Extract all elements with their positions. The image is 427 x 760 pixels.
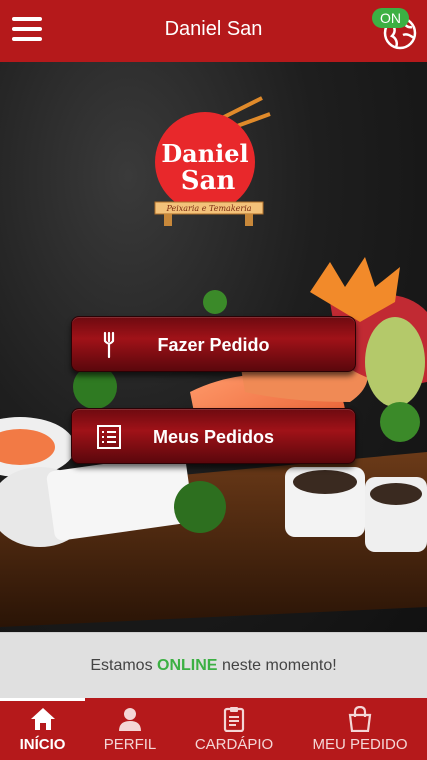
home-icon bbox=[30, 708, 55, 730]
online-status-badge: ON bbox=[372, 8, 409, 28]
nav-label-meu-pedido: MEU PEDIDO bbox=[312, 736, 408, 753]
nav-item-perfil[interactable]: PERFIL bbox=[90, 698, 170, 760]
online-status-bar: Estamos ONLINE neste momento! bbox=[0, 632, 427, 698]
user-icon bbox=[119, 708, 141, 731]
status-suffix: neste momento! bbox=[221, 657, 337, 674]
nav-label-inicio: INÍCIO bbox=[19, 736, 66, 753]
page-title: Daniel San bbox=[164, 18, 263, 40]
logo-line1: Daniel bbox=[161, 139, 248, 168]
logo-line2: San bbox=[181, 166, 236, 196]
app-header: Daniel San ON bbox=[0, 0, 427, 62]
nav-item-meu-pedido[interactable]: MEU PEDIDO bbox=[300, 698, 420, 760]
nav-item-inicio[interactable]: INÍCIO bbox=[0, 698, 85, 760]
my-orders-button[interactable]: Meus Pedidos bbox=[71, 408, 356, 464]
daniel-san-logo: Daniel San Peixaria e Temakeria bbox=[154, 96, 271, 226]
connection-status[interactable]: ON bbox=[367, 8, 417, 50]
clipboard-icon bbox=[223, 707, 245, 732]
status-online-word: ONLINE bbox=[157, 657, 218, 674]
hero-background: Daniel San Peixaria e Temakeria Fazer Pe… bbox=[0, 62, 427, 632]
nav-label-perfil: PERFIL bbox=[103, 736, 157, 753]
status-prefix: Estamos bbox=[90, 657, 153, 674]
order-button-label: Fazer Pedido bbox=[157, 335, 270, 355]
nav-label-cardapio: CARDÁPIO bbox=[194, 736, 274, 753]
order-button[interactable]: Fazer Pedido bbox=[71, 316, 356, 372]
bottom-navigation: INÍCIO PERFIL CARDÁPIO MEU PEDIDO bbox=[0, 698, 427, 760]
shopping-bag-icon bbox=[348, 706, 372, 732]
nav-item-cardapio[interactable]: CARDÁPIO bbox=[180, 698, 288, 760]
logo-tagline: Peixaria e Temakeria bbox=[165, 204, 251, 213]
my-orders-button-label: Meus Pedidos bbox=[152, 427, 275, 447]
online-status-text: Estamos ONLINE neste momento! bbox=[0, 657, 427, 675]
